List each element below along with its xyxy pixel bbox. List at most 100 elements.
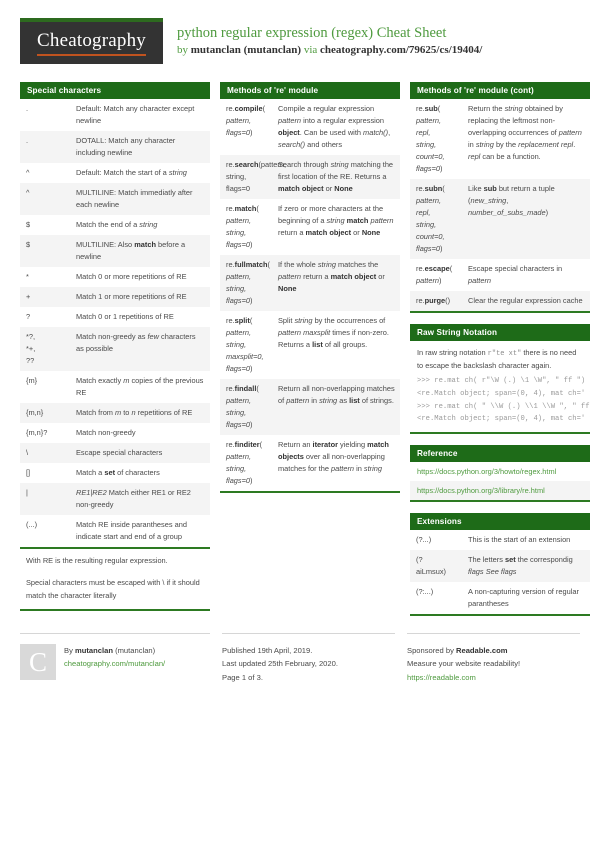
row-description: Match exactly m copies of the previous R… [70,370,210,403]
row-description: RE1|RE2 Match either RE1 or RE2 non-gree… [70,482,210,515]
row-key: [] [20,462,70,483]
footer-dates-text: Published 19th April, 2019. Last updated… [222,644,338,684]
card-title-re-methods: Methods of 're' module [220,82,400,99]
raw-intro-code: r"te xt" [487,349,522,358]
header-text-block: python regular expression (regex) Cheat … [177,18,482,59]
table-row: $ Match the end of a string [20,214,210,235]
table-row: re.fullmatch(pattern, string, flags=0) If t… [220,254,400,311]
row-key: re.purge() [410,290,462,311]
table-row: $ MULTILINE: Also match before a newline [20,234,210,267]
card-re-methods: Methods of 're' module re.compile(patter… [220,82,400,493]
row-description: Match 0 or more repetitions of RE [70,266,210,287]
code-line: <re.Match object; span=(0, 4), mat ch=' … [417,415,590,424]
reference-row[interactable]: https://docs.python.org/3/howto/regex.ht… [410,462,590,482]
code-line: >>> re.mat ch( " \\W (.) \\1 \\W ", " ff… [417,402,590,411]
row-key: ^ [20,182,70,215]
card-re-methods-cont: Methods of 're' module (cont) re.sub(pat… [410,82,590,313]
table-row: (...) Match RE inside parantheses and ind… [20,514,210,547]
code-line: >>> re.mat ch( r"\W (.) \1 \W", " ff ") [417,376,586,385]
row-description: If the whole string matches the pattern … [272,254,400,311]
table-row: (? aiLmsux) The letters set the correspond… [410,550,590,583]
page-footer: C By mutanclan (mutanclan) cheatography.… [20,633,580,684]
row-key: | [20,482,70,515]
card-title-special-characters: Special characters [20,82,210,99]
footer-sponsor-name: Readable.com [455,646,508,656]
column-1: Special characters . Default: Match any c… [20,82,210,622]
row-description: Match from m to n repetitions of RE [70,402,210,423]
table-row: ? Match 0 or 1 repetitions of RE [20,306,210,327]
footer-author-url[interactable]: cheatography.com/mutanclan/ [64,659,165,668]
footer-sponsor-url-line[interactable]: https://readable.com [407,671,520,684]
table-special-characters: . Default: Match any character except new… [20,99,210,547]
table-row: re.purge() Clear the regular expression c… [410,290,590,311]
footer-sponsor-prefix: Sponsored by [407,646,456,656]
row-key: * [20,266,70,287]
row-description: Match RE inside parantheses and indicate… [70,514,210,547]
table-row: * Match 0 or more repetitions of RE [20,266,210,287]
row-key: . [20,99,70,131]
table-row: (?:...) A non-capturing version of regula… [410,582,590,615]
footer-sponsor-url[interactable]: https://readable.com [407,673,476,682]
raw-string-code-block: >>> re.mat ch( r"\W (.) \1 \W", " ff ") … [410,375,590,432]
row-key: (? aiLmsux) [410,550,462,583]
row-key: {m,n} [20,402,70,423]
row-key: (?:...) [410,582,462,615]
row-description: Match non-greedy as few characters as po… [70,326,210,371]
table-row: re.escape(pattern) Escape special charact… [410,258,590,291]
row-description: The letters set the correspondig flags S… [462,550,590,583]
card-title-re-methods-cont: Methods of 're' module (cont) [410,82,590,99]
row-description: Split string by the occurrences of patte… [272,310,400,379]
row-key: + [20,286,70,307]
table-row: re.finditer(pattern, string, flags=0) Retur… [220,434,400,491]
note-line: Special characters must be escaped with … [26,577,200,600]
reference-link[interactable]: https://docs.python.org/3/library/re.htm… [417,486,545,495]
table-re-methods-cont: re.sub(pattern, repl, string, count=0, flags… [410,99,590,311]
byline-mid: via [301,44,321,57]
reference-link[interactable]: https://docs.python.org/3/howto/regex.ht… [417,467,556,476]
footer-author-paren: (mutanclan) [112,646,156,656]
row-description: Default: Match the start of a string [70,162,210,183]
table-row: [] Match a set of characters [20,462,210,483]
page-byline: by mutanclan (mutanclan) via cheatograph… [177,43,482,58]
row-key: \ [20,442,70,463]
footer-sponsor-text: Sponsored by Readable.com Measure your w… [407,644,520,684]
table-row: re.sub(pattern, repl, string, count=0, flags… [410,99,590,179]
cheatography-logo[interactable]: Cheatography [20,18,163,64]
row-description: Match 1 or more repetitions of RE [70,286,210,307]
row-description: Default: Match any character except newl… [70,99,210,131]
table-row: re.subn(pattern, repl, string, count=0, flag… [410,178,590,259]
row-description: Like sub but return a tuple (new_string,… [462,178,590,259]
reference-row[interactable]: https://docs.python.org/3/library/re.htm… [410,481,590,501]
footer-author-line: By mutanclan (mutanclan) [64,644,165,657]
footer-author-url-line[interactable]: cheatography.com/mutanclan/ [64,657,165,670]
column-3: Methods of 're' module (cont) re.sub(pat… [410,82,590,627]
code-line: <re.Match object; span=(0, 4), mat ch=' … [417,389,590,398]
column-2: Methods of 're' module re.compile(patter… [220,82,400,504]
footer-sponsor-block: Sponsored by Readable.com Measure your w… [407,633,580,684]
row-description: Match non-greedy [70,422,210,443]
raw-string-intro: In raw string notation r"te xt" there is… [410,341,590,375]
row-key: ? [20,306,70,327]
row-description: A non-capturing version of regular paran… [462,582,590,615]
byline-source-url[interactable]: cheatography.com/79625/cs/19404/ [320,44,482,56]
row-key: $ [20,234,70,267]
row-description: Return the string obtained by replacing … [462,99,590,179]
row-description: Match a set of characters [70,462,210,483]
byline-prefix: by [177,44,191,57]
footer-updated: Last updated 25th February, 2020. [222,659,338,669]
row-key: (?...) [410,530,462,551]
card-title-extensions: Extensions [410,513,590,531]
table-row: re.split(pattern, string, maxsplit=0, flags… [220,310,400,379]
raw-intro-a: In raw string notation [417,347,488,357]
row-description: Compile a regular expression pattern int… [272,99,400,155]
table-re-methods: re.compile(pattern, flags=0) Compile a reg… [220,99,400,491]
cheatsheet-page: Cheatography python regular expression (… [0,0,600,849]
row-key: re.compile(pattern, flags=0) [220,99,272,155]
row-key: ^ [20,162,70,183]
footer-dates-block: Published 19th April, 2019. Last updated… [222,633,395,684]
table-row: ^ Default: Match the start of a string [20,162,210,183]
row-description: Return all non-overlapping matches of pa… [272,378,400,435]
table-row: {m} Match exactly m copies of the previou… [20,370,210,403]
row-description: Search through string matching the first… [272,154,400,199]
page-header: Cheatography python regular expression (… [20,18,580,76]
